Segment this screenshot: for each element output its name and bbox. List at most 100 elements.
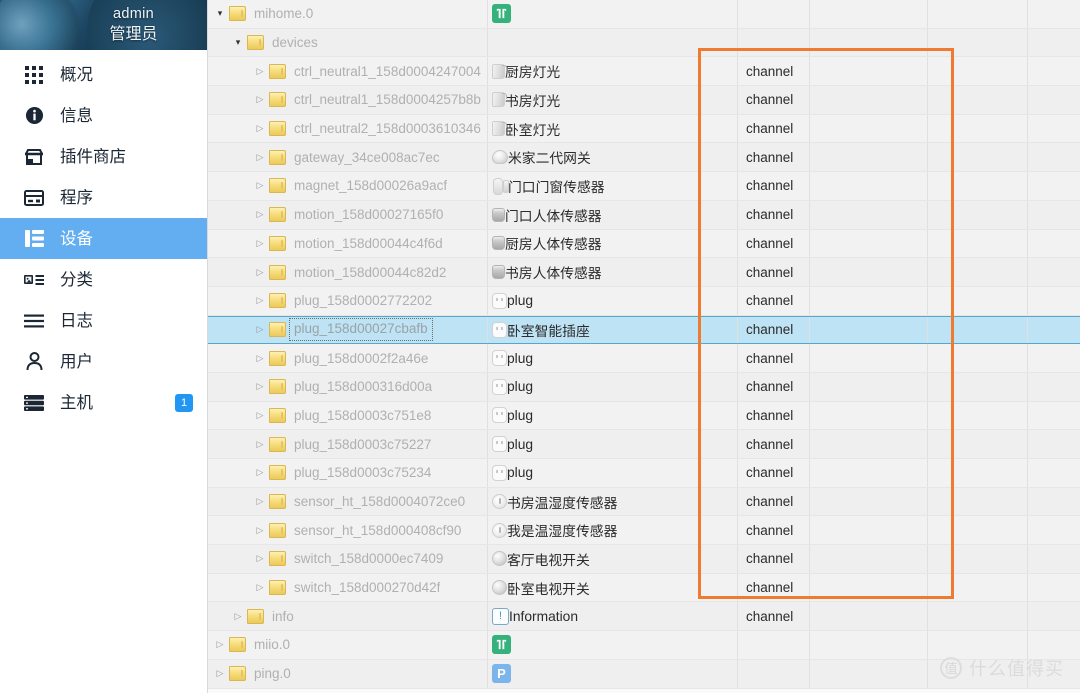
object-tree-cell[interactable]: ▷ ctrl_neutral1_158d0004257b8b xyxy=(208,86,488,114)
object-name-cell[interactable]: 书房人体传感器 xyxy=(488,258,738,286)
object-tree-cell[interactable]: ▷ sensor_ht_158d0004072ce0 xyxy=(208,487,488,516)
object-tree-cell[interactable]: ▷ magnet_158d00026a9acf xyxy=(208,172,488,200)
object-tree-cell[interactable]: ▷ plug_158d0002772202 xyxy=(208,286,488,315)
object-tree-cell[interactable]: ▷ gateway_34ce008ac7ec xyxy=(208,143,488,172)
table-row[interactable]: ▷ ctrl_neutral1_158d0004257b8b 书房灯光 chan… xyxy=(208,86,1080,115)
table-row[interactable]: ▷ gateway_34ce008ac7ec 米家二代网关 channel xyxy=(208,143,1080,173)
sidebar-item-8[interactable]: 用户 xyxy=(0,341,207,382)
object-tree-cell[interactable]: ▷ motion_158d00044c4f6d xyxy=(208,229,488,258)
object-name-cell[interactable]: 厨房人体传感器 xyxy=(488,229,738,258)
sidebar-item-badge[interactable]: 1 xyxy=(175,393,193,412)
tree-expand-toggle-closed[interactable]: ▷ xyxy=(252,238,268,248)
user-profile-header[interactable]: admin 管理员 xyxy=(0,0,207,50)
object-name-cell[interactable]: 厨房灯光 xyxy=(488,57,738,86)
object-tree-cell[interactable]: ▷ ctrl_neutral2_158d0003610346 xyxy=(208,114,488,143)
sidebar-item-7[interactable]: 日志 xyxy=(0,300,207,341)
object-name-cell[interactable]: plug xyxy=(488,286,738,315)
table-row[interactable]: ▷ motion_158d00044c82d2 书房人体传感器 channel xyxy=(208,258,1080,287)
object-tree-cell[interactable]: ▷ miio.0 xyxy=(208,631,488,659)
tree-expand-toggle-closed[interactable]: ▷ xyxy=(252,152,268,162)
tree-expand-toggle-closed[interactable]: ▷ xyxy=(252,210,268,219)
object-name-cell[interactable]: P xyxy=(488,659,738,688)
table-row[interactable]: ▷ ctrl_neutral1_158d0004247004 厨房灯光 chan… xyxy=(208,57,1080,87)
tree-expand-toggle-open[interactable]: ▾ xyxy=(212,9,228,18)
tree-expand-toggle-closed[interactable]: ▷ xyxy=(252,554,268,563)
table-row[interactable]: ▷ info ! Information channel xyxy=(208,602,1080,632)
object-name-cell[interactable]: 米家二代网关 xyxy=(488,143,738,172)
table-row[interactable]: ▷ magnet_158d00026a9acf 门口门窗传感器 channel xyxy=(208,172,1080,201)
tree-expand-toggle-closed[interactable]: ▷ xyxy=(252,583,268,592)
table-row[interactable]: ▾ mihome.0 xyxy=(208,0,1080,29)
table-row[interactable]: ▷ sensor_ht_158d0004072ce0 书房温湿度传感器 chan… xyxy=(208,487,1080,517)
object-name-cell[interactable]: 书房灯光 xyxy=(488,86,738,114)
object-tree-cell[interactable]: ▷ plug_158d00027cbafb xyxy=(208,316,488,344)
object-tree-cell[interactable]: ▾ devices xyxy=(208,28,488,57)
table-row[interactable]: ▷ switch_158d0000ec7409 客厅电视开关 channel xyxy=(208,545,1080,574)
table-row[interactable]: ▷ motion_158d00044c4f6d 厨房人体传感器 channel xyxy=(208,229,1080,259)
object-tree-cell[interactable]: ▷ plug_158d0002f2a46e xyxy=(208,344,488,372)
tree-expand-toggle-closed[interactable]: ▷ xyxy=(252,325,268,334)
tree-expand-toggle-closed[interactable]: ▷ xyxy=(252,439,268,449)
object-name-cell[interactable]: plug xyxy=(488,430,738,458)
object-tree-cell[interactable]: ▷ plug_158d000316d00a xyxy=(208,372,488,401)
object-tree-cell[interactable]: ▷ info xyxy=(208,602,488,631)
tree-expand-toggle-open[interactable]: ▾ xyxy=(230,38,246,47)
tree-expand-toggle-closed[interactable]: ▷ xyxy=(252,296,268,305)
tree-expand-toggle-closed[interactable]: ▷ xyxy=(212,640,228,649)
object-tree-cell[interactable]: ▷ ctrl_neutral1_158d0004247004 xyxy=(208,57,488,86)
sidebar-item-1[interactable]: 概况 xyxy=(0,54,207,95)
tree-expand-toggle-closed[interactable]: ▷ xyxy=(252,497,268,506)
table-row[interactable]: ▷ plug_158d0003c75227 plug channel xyxy=(208,430,1080,459)
object-tree-cell[interactable]: ▷ sensor_ht_158d000408cf90 xyxy=(208,516,488,545)
table-row[interactable]: ▾ devices xyxy=(208,28,1080,58)
object-name-cell[interactable]: 卧室电视开关 xyxy=(488,573,738,602)
tree-expand-toggle-closed[interactable]: ▷ xyxy=(252,66,268,76)
object-tree-cell[interactable]: ▷ motion_158d00044c82d2 xyxy=(208,258,488,286)
object-name-cell[interactable]: 门口人体传感器 xyxy=(488,200,738,229)
table-row[interactable]: ▷ sensor_ht_158d000408cf90 我是温湿度传感器 chan… xyxy=(208,516,1080,546)
table-row[interactable]: ▷ plug_158d000316d00a plug channel xyxy=(208,372,1080,402)
table-row[interactable]: ▷ motion_158d00027165f0 门口人体传感器 channel xyxy=(208,200,1080,230)
sidebar-item-4[interactable]: 程序 xyxy=(0,177,207,218)
object-tree-cell[interactable]: ▷ plug_158d0003c75234 xyxy=(208,459,488,487)
tree-expand-toggle-closed[interactable]: ▷ xyxy=(252,382,268,391)
object-name-cell[interactable] xyxy=(488,0,738,28)
object-tree-cell[interactable]: ▷ ping.0 xyxy=(208,659,488,688)
object-name-cell[interactable] xyxy=(488,631,738,659)
sidebar-item-2[interactable]: 信息 xyxy=(0,95,207,136)
object-name-cell[interactable]: plug xyxy=(488,372,738,401)
object-tree-cell[interactable]: ▷ plug_158d0003c751e8 xyxy=(208,401,488,430)
table-row[interactable]: ▷ plug_158d0003c75234 plug channel xyxy=(208,459,1080,488)
tree-expand-toggle-closed[interactable]: ▷ xyxy=(252,410,268,420)
tree-expand-toggle-closed[interactable]: ▷ xyxy=(252,468,268,477)
object-tree-cell[interactable]: ▾ mihome.0 xyxy=(208,0,488,28)
sidebar-item-9[interactable]: 主机 1 xyxy=(0,382,207,423)
object-tree-cell[interactable]: ▷ switch_158d000270d42f xyxy=(208,573,488,602)
tree-expand-toggle-closed[interactable]: ▷ xyxy=(252,525,268,535)
object-name-cell[interactable]: 书房温湿度传感器 xyxy=(488,487,738,516)
table-row[interactable]: ▷ plug_158d0002772202 plug channel xyxy=(208,286,1080,316)
table-row[interactable]: ▷ switch_158d000270d42f 卧室电视开关 channel xyxy=(208,573,1080,603)
object-name-cell[interactable]: 门口门窗传感器 xyxy=(488,172,738,200)
tree-expand-toggle-closed[interactable]: ▷ xyxy=(252,353,268,363)
object-name-cell[interactable]: plug xyxy=(488,344,738,372)
object-name-cell[interactable]: 我是温湿度传感器 xyxy=(488,516,738,545)
object-tree-cell[interactable]: ▷ switch_158d0000ec7409 xyxy=(208,545,488,573)
tree-expand-toggle-closed[interactable]: ▷ xyxy=(212,669,228,678)
object-name-cell[interactable]: 卧室智能插座 xyxy=(488,316,738,344)
table-row[interactable]: ▷ plug_158d0003c751e8 plug channel xyxy=(208,401,1080,431)
sidebar-item-5[interactable]: 设备 xyxy=(0,218,207,259)
sidebar-item-6[interactable]: 分类 xyxy=(0,259,207,300)
tree-expand-toggle-closed[interactable]: ▷ xyxy=(252,124,268,133)
tree-expand-toggle-closed[interactable]: ▷ xyxy=(252,95,268,104)
object-name-cell[interactable]: 客厅电视开关 xyxy=(488,545,738,573)
tree-expand-toggle-closed[interactable]: ▷ xyxy=(230,611,246,621)
object-tree-cell[interactable]: ▷ plug_158d0003c75227 xyxy=(208,430,488,458)
object-name-cell[interactable]: ! Information xyxy=(488,602,738,631)
table-row[interactable]: ▷ ctrl_neutral2_158d0003610346 卧室灯光 chan… xyxy=(208,114,1080,144)
object-name-cell[interactable]: 卧室灯光 xyxy=(488,114,738,143)
object-name-cell[interactable]: plug xyxy=(488,401,738,430)
table-row[interactable]: ▷ plug_158d00027cbafb 卧室智能插座 channel xyxy=(208,315,1080,345)
tree-expand-toggle-closed[interactable]: ▷ xyxy=(252,267,268,277)
table-row[interactable]: ▷ plug_158d0002f2a46e plug channel xyxy=(208,344,1080,373)
